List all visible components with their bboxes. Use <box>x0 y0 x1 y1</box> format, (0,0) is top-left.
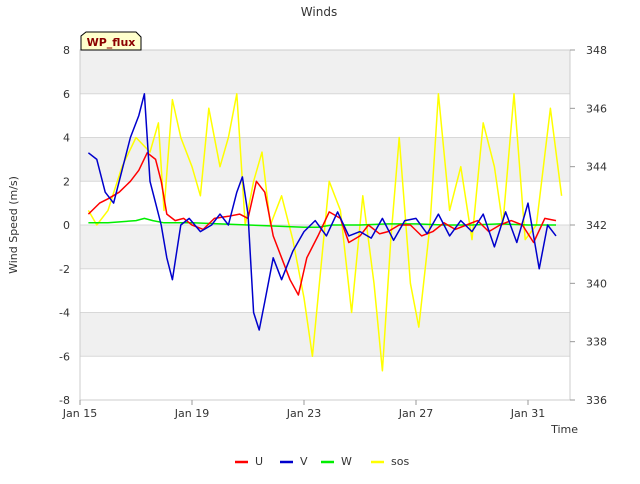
legend-label-u: U <box>255 455 263 468</box>
x-tick-label: Jan 31 <box>510 407 545 420</box>
background-band <box>80 50 570 94</box>
badge: WP_flux <box>80 31 142 51</box>
y-tick-label: -4 <box>59 307 70 320</box>
legend-label-sos: sos <box>391 455 409 468</box>
y-tick-label: -8 <box>59 394 70 407</box>
x-axis-label: Time <box>550 423 578 436</box>
y-tick-label: 2 <box>63 175 70 188</box>
y2-tick-label: 340 <box>586 277 607 290</box>
y2-tick-label: 348 <box>586 44 607 57</box>
y2-tick-label: 346 <box>586 102 607 115</box>
y-axis-right: 336 338 340 342 344 346 348 <box>570 44 607 407</box>
y-tick-label: 4 <box>63 132 70 145</box>
y2-tick-label: 336 <box>586 394 607 407</box>
chart-canvas: -8 -6 -4 -2 0 2 4 6 8 336 338 340 342 344 346 348 Jan … <box>7 5 607 468</box>
background-band <box>80 312 570 357</box>
y-tick-label: 0 <box>63 219 70 232</box>
legend-label-w: W <box>341 455 352 468</box>
y2-tick-label: 344 <box>586 161 607 174</box>
x-tick-label: Jan 19 <box>174 407 209 420</box>
y-tick-label: -6 <box>59 350 70 363</box>
y-tick-label: 8 <box>63 44 70 57</box>
winds-chart: -8 -6 -4 -2 0 2 4 6 8 336 338 340 342 344 346 348 Jan … <box>0 0 640 480</box>
x-tick-label: Jan 23 <box>286 407 321 420</box>
legend: U V Wsos <box>235 455 409 468</box>
badge-label: WP_flux <box>87 36 136 49</box>
y2-tick-label: 342 <box>586 219 607 232</box>
y-axis-label: Wind Speed (m/s) <box>7 176 20 274</box>
y-axis-left: -8 -6 -4 -2 0 2 4 6 8 <box>59 44 70 407</box>
y-tick-label: -2 <box>59 263 70 276</box>
x-tick-label: Jan 15 <box>62 407 97 420</box>
chart-title: Winds <box>301 5 337 19</box>
y-tick-label: 6 <box>63 88 70 101</box>
y2-tick-label: 338 <box>586 336 607 349</box>
x-tick-label: Jan 27 <box>398 407 433 420</box>
x-axis: Jan 15 Jan 19 Jan 23 Jan 27 Jan 31 <box>62 400 545 420</box>
legend-label-v: V <box>300 455 308 468</box>
background-band <box>80 137 570 182</box>
